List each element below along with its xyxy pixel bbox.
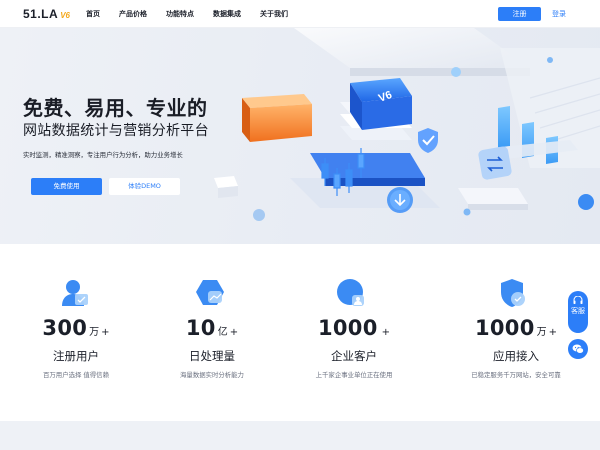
customer-service-button[interactable]: 客服 — [568, 291, 588, 333]
stat-value: 10 — [185, 316, 216, 340]
main-menu: 首页 产品价格 功能特点 数据集成 关于我们 — [86, 9, 307, 19]
stat-description: 海量数据实时分析能力 — [180, 371, 244, 379]
stat-label: 企业客户 — [331, 349, 377, 363]
stat-description: 百万用户选择 值得信赖 — [43, 371, 109, 379]
hero-illustration: V6 — [214, 28, 600, 221]
stat-plus: + — [101, 327, 110, 338]
stat-value: 1000 — [474, 316, 535, 340]
hexagon-chart-icon — [196, 280, 224, 305]
logo-version: V6 — [60, 11, 70, 20]
logo-text: 51.LA — [23, 7, 59, 21]
menu-item-pricing[interactable]: 产品价格 — [119, 9, 147, 19]
menu-item-about[interactable]: 关于我们 — [260, 9, 288, 19]
stat-plus: + — [548, 327, 558, 338]
register-button[interactable]: 注册 — [498, 7, 541, 21]
free-use-button[interactable]: 免费使用 — [31, 178, 102, 195]
stat-unit: 万 — [89, 327, 100, 338]
hero-subtitle: 网站数据统计与营销分析平台 — [23, 123, 209, 139]
hero-banner: V6 免费、易用、专业的 网站数据统计与营销分析平台 实时监测，精准洞察，专注用… — [0, 28, 600, 244]
logo[interactable]: 51.LA V6 — [23, 7, 70, 21]
login-link[interactable]: 登录 — [552, 9, 566, 19]
enterprise-icon — [337, 279, 364, 306]
stat-label: 日处理量 — [189, 349, 235, 363]
menu-item-integration[interactable]: 数据集成 — [213, 9, 241, 19]
customer-service-label: 客服 — [571, 307, 585, 315]
menu-item-features[interactable]: 功能特点 — [166, 9, 194, 19]
stat-number: 1000 + — [284, 316, 424, 340]
wechat-button[interactable] — [568, 339, 588, 359]
shield-icon — [501, 279, 525, 307]
demo-button[interactable]: 体验DEMO — [109, 178, 180, 195]
hero-description: 实时监测，精准洞察，专注用户行为分析，助力业务增长 — [23, 151, 183, 159]
wechat-icon — [572, 344, 584, 354]
headset-icon — [573, 296, 583, 304]
top-navbar: 51.LA V6 首页 产品价格 功能特点 数据集成 关于我们 注册 登录 — [0, 0, 600, 28]
menu-item-home[interactable]: 首页 — [86, 9, 100, 19]
stat-value: 300 — [42, 316, 88, 340]
stat-number: 300 万 + — [6, 316, 146, 340]
stat-plus: + — [381, 327, 391, 338]
stat-description: 已稳定服务千万网站，安全可靠 — [471, 371, 561, 379]
stat-number: 10 亿 + — [142, 316, 282, 340]
next-section-band — [0, 421, 600, 450]
stat-value: 1000 — [317, 316, 378, 340]
stat-plus: + — [229, 327, 239, 338]
stat-description: 上千家企事业单位正在使用 — [315, 371, 393, 379]
stat-unit: 万 — [536, 327, 547, 338]
stat-label: 应用接入 — [493, 349, 539, 363]
stat-label: 注册用户 — [53, 349, 99, 363]
stat-unit: 亿 — [217, 327, 228, 338]
stats-section: 300 万 + 注册用户 百万用户选择 值得信赖 10 亿 + 日处理量 海量数据实时分… — [0, 244, 600, 420]
user-icon — [62, 280, 88, 306]
hero-title: 免费、易用、专业的 — [23, 96, 208, 120]
stat-number: 1000 万 + — [446, 316, 586, 340]
